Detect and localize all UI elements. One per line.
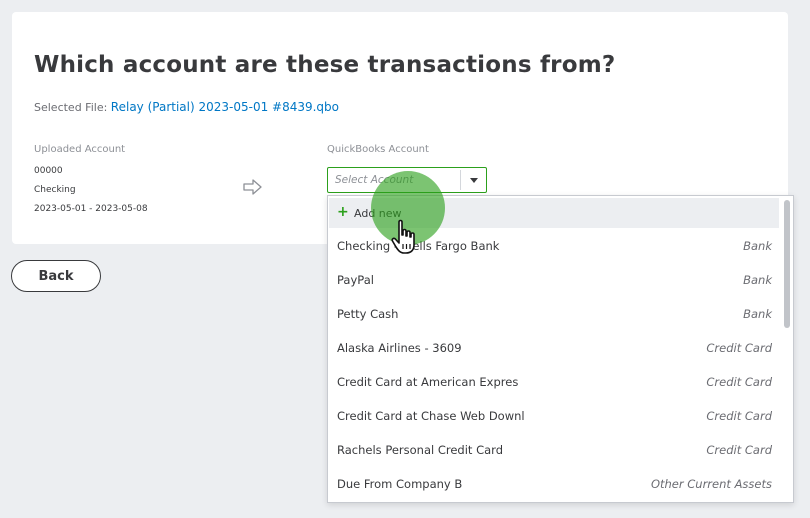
- account-option-name: Checking - Wells Fargo Bank: [337, 239, 500, 253]
- account-dropdown-menu: + Add new Checking - Wells Fargo Bank Ba…: [327, 195, 794, 503]
- account-option-type: Bank: [743, 273, 772, 287]
- account-option[interactable]: Rachels Personal Credit Card Credit Card: [328, 432, 780, 466]
- selected-file-name: Relay (Partial) 2023-05-01 #8439.qbo: [110, 100, 340, 114]
- account-option[interactable]: Due From Company B Other Current Assets: [328, 466, 780, 500]
- account-option-type: Credit Card: [706, 409, 772, 423]
- add-new-label: Add new: [354, 207, 402, 220]
- page-title: Which account are these transactions fro…: [34, 52, 616, 78]
- plus-icon: +: [337, 204, 349, 220]
- selected-file-label: Selected File:: [34, 101, 108, 114]
- account-option-name: PayPal: [337, 273, 374, 287]
- dropdown-scrollbar[interactable]: [783, 198, 791, 500]
- account-option[interactable]: Alaska Airlines - 3609 Credit Card: [328, 330, 780, 364]
- account-option-name: Rachels Personal Credit Card: [337, 443, 503, 457]
- account-option[interactable]: Checking - Wells Fargo Bank Bank: [328, 228, 780, 262]
- quickbooks-account-header: QuickBooks Account: [327, 144, 429, 155]
- account-option-name: Credit Card at Chase Web Downl: [337, 409, 525, 423]
- account-option[interactable]: Credit Card at American Expres Credit Ca…: [328, 364, 780, 398]
- account-option[interactable]: PayPal Bank: [328, 262, 780, 296]
- account-options-list: Checking - Wells Fargo Bank Bank PayPal …: [328, 228, 780, 500]
- add-new-option[interactable]: + Add new: [329, 198, 779, 228]
- uploaded-account-date-range: 2023-05-01 - 2023-05-08: [34, 204, 148, 214]
- account-option-name: Alaska Airlines - 3609: [337, 341, 462, 355]
- account-option-name: Credit Card at American Expres: [337, 375, 519, 389]
- account-option-type: Credit Card: [706, 341, 772, 355]
- back-button[interactable]: Back: [11, 260, 101, 292]
- account-option-type: Credit Card: [706, 443, 772, 457]
- uploaded-account-number: 00000: [34, 166, 63, 176]
- account-option-type: Other Current Assets: [650, 477, 772, 491]
- uploaded-account-header: Uploaded Account: [34, 144, 126, 155]
- scrollbar-thumb[interactable]: [784, 200, 790, 328]
- account-option-name: Due From Company B: [337, 477, 463, 491]
- right-arrow-icon: [243, 179, 262, 195]
- account-option[interactable]: Credit Card at Chase Web Downl Credit Ca…: [328, 398, 780, 432]
- account-option-type: Bank: [743, 239, 772, 253]
- account-option-type: Credit Card: [706, 375, 772, 389]
- chevron-down-icon[interactable]: [470, 178, 478, 183]
- select-divider: [460, 170, 461, 190]
- select-account-dropdown[interactable]: Select Account: [327, 167, 487, 193]
- account-option[interactable]: Petty Cash Bank: [328, 296, 780, 330]
- account-option-name: Petty Cash: [337, 307, 399, 321]
- account-option-type: Bank: [743, 307, 772, 321]
- selected-file-row: Selected File: Relay (Partial) 2023-05-0…: [34, 100, 339, 114]
- select-account-placeholder: Select Account: [335, 174, 414, 186]
- uploaded-account-type: Checking: [34, 185, 76, 195]
